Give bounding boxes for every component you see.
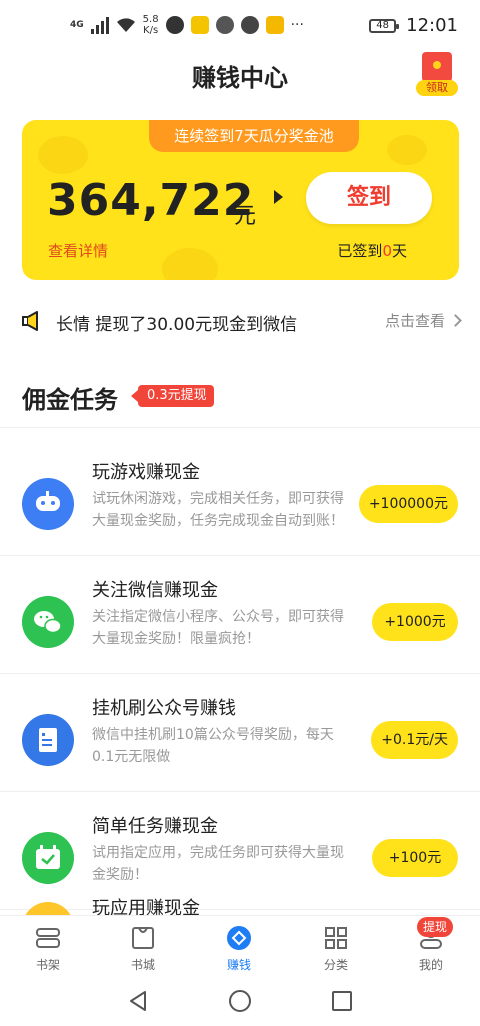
- checked-in-days: 已签到0天: [337, 240, 407, 261]
- app-notification-icon: [190, 16, 209, 34]
- checked-days-count: 0: [382, 242, 392, 260]
- recents-icon[interactable]: [330, 989, 354, 1013]
- coin-decoration: [387, 135, 427, 165]
- category-icon: [325, 927, 347, 949]
- home-icon[interactable]: [228, 989, 252, 1013]
- view-notice-label: 点击查看: [384, 312, 445, 330]
- nav-label: 我的: [418, 958, 443, 972]
- task-reward-button[interactable]: +100元: [372, 839, 458, 877]
- speed-unit: K/s: [143, 25, 159, 36]
- wechat-icon: [22, 596, 74, 648]
- nav-label: 书架: [35, 958, 60, 972]
- section-badge: 0.3元提现: [131, 385, 214, 407]
- bottom-nav: 书架 书城 赚钱 分类 我的 提现: [0, 915, 480, 977]
- nav-profile[interactable]: 我的 提现: [401, 917, 461, 973]
- signal-icon: [90, 16, 109, 34]
- withdraw-notice[interactable]: 长情 提现了30.00元现金到微信 点击查看: [0, 300, 480, 342]
- nav-label: 书城: [130, 958, 155, 972]
- coin-decoration: [38, 136, 88, 174]
- nav-earn[interactable]: 赚钱: [209, 924, 269, 973]
- page-title: 赚钱中心: [192, 64, 288, 92]
- more-notifications-icon: ···: [290, 17, 304, 33]
- task-reward-button[interactable]: +1000元: [372, 603, 458, 641]
- coin-decoration: [162, 248, 218, 280]
- bookstore-icon: [132, 927, 154, 949]
- view-notice-link[interactable]: 点击查看: [384, 310, 462, 331]
- message-icon: [240, 16, 259, 34]
- network-speed: 5.8 K/s: [143, 14, 159, 36]
- task-reward-button[interactable]: +100000元: [358, 485, 458, 523]
- system-nav-bar: [0, 977, 480, 1026]
- speaker-icon: [22, 311, 38, 331]
- chevron-right-icon: [449, 314, 462, 327]
- checkin-banner: 连续签到7天瓜分奖金池: [149, 120, 359, 152]
- prize-pool-amount: 364,722: [47, 175, 255, 226]
- clock: 12:01: [406, 15, 458, 36]
- view-details-link[interactable]: 查看详情: [48, 240, 108, 261]
- divider: [0, 427, 480, 428]
- nav-label: 分类: [323, 958, 348, 972]
- checkin-card: 连续签到7天瓜分奖金池 364,722 元 签到 查看详情 已签到0天: [22, 120, 459, 280]
- section-title: 佣金任务: [22, 386, 118, 414]
- back-icon[interactable]: [126, 989, 150, 1013]
- task-item[interactable]: 挂机刷公众号赚钱 微信中挂机刷10篇公众号得奖励，每天0.1元无限做 +0.1元…: [0, 674, 480, 792]
- checked-prefix: 已签到: [337, 242, 383, 260]
- task-title: 简单任务赚现金: [92, 816, 218, 837]
- withdraw-badge: 提现: [416, 917, 453, 937]
- redpacket-label: 领取: [416, 80, 458, 96]
- network-label: 4G: [70, 20, 84, 30]
- status-right: 48 12:01: [369, 15, 458, 36]
- speed-value: 5.8: [142, 14, 159, 25]
- task-title: 关注微信赚现金: [92, 580, 218, 601]
- task-title: 玩游戏赚现金: [92, 462, 200, 483]
- task-description: 试玩休闲游戏，完成相关任务，即可获得大量现金奖励，任务完成现金自动到账！: [92, 491, 344, 529]
- gamepad-icon: [22, 478, 74, 530]
- notice-text: 长情 提现了30.00元现金到微信: [56, 315, 298, 335]
- checked-suffix: 天: [391, 242, 407, 260]
- redpacket-button[interactable]: 领取: [416, 52, 458, 96]
- task-description: 试用指定应用，完成任务即可获得大量现金奖励！: [92, 845, 344, 883]
- task-description: 关注指定微信小程序、公众号，即可获得大量现金奖励！限量疯抢！: [92, 609, 344, 647]
- task-item[interactable]: 关注微信赚现金 关注指定微信小程序、公众号，即可获得大量现金奖励！限量疯抢！ +…: [0, 556, 480, 674]
- status-left: 4G 5.8 K/s ···: [70, 14, 304, 36]
- nav-bookshelf[interactable]: 书架: [18, 924, 78, 973]
- article-icon: [22, 714, 74, 766]
- task-item[interactable]: 玩游戏赚现金 试玩休闲游戏，完成相关任务，即可获得大量现金奖励，任务完成现金自动…: [0, 438, 480, 556]
- earn-icon: [227, 926, 251, 950]
- checkin-button[interactable]: 签到: [306, 172, 432, 224]
- redpacket-icon: [422, 52, 452, 82]
- bookshelf-icon: [36, 928, 60, 948]
- app-notification-icon: [265, 16, 284, 34]
- triangle-right-icon[interactable]: [274, 190, 283, 204]
- task-reward-button[interactable]: +0.1元/天: [371, 721, 458, 759]
- wifi-icon: [116, 18, 135, 32]
- task-description: 微信中挂机刷10篇公众号得奖励，每天0.1元无限做: [92, 727, 334, 765]
- task-title: 挂机刷公众号赚钱: [92, 698, 236, 719]
- qq-icon: [215, 16, 234, 34]
- nav-category[interactable]: 分类: [306, 924, 366, 973]
- battery-icon: 48: [369, 18, 400, 33]
- status-bar: 4G 5.8 K/s ··· 48 12:01: [0, 0, 480, 52]
- battery-level: 48: [376, 19, 389, 31]
- calendar-check-icon: [22, 832, 74, 884]
- nav-bookstore[interactable]: 书城: [113, 924, 173, 973]
- prize-pool-unit: 元: [234, 204, 257, 229]
- app-notification-icon: [165, 16, 184, 34]
- nav-label: 赚钱: [226, 958, 251, 972]
